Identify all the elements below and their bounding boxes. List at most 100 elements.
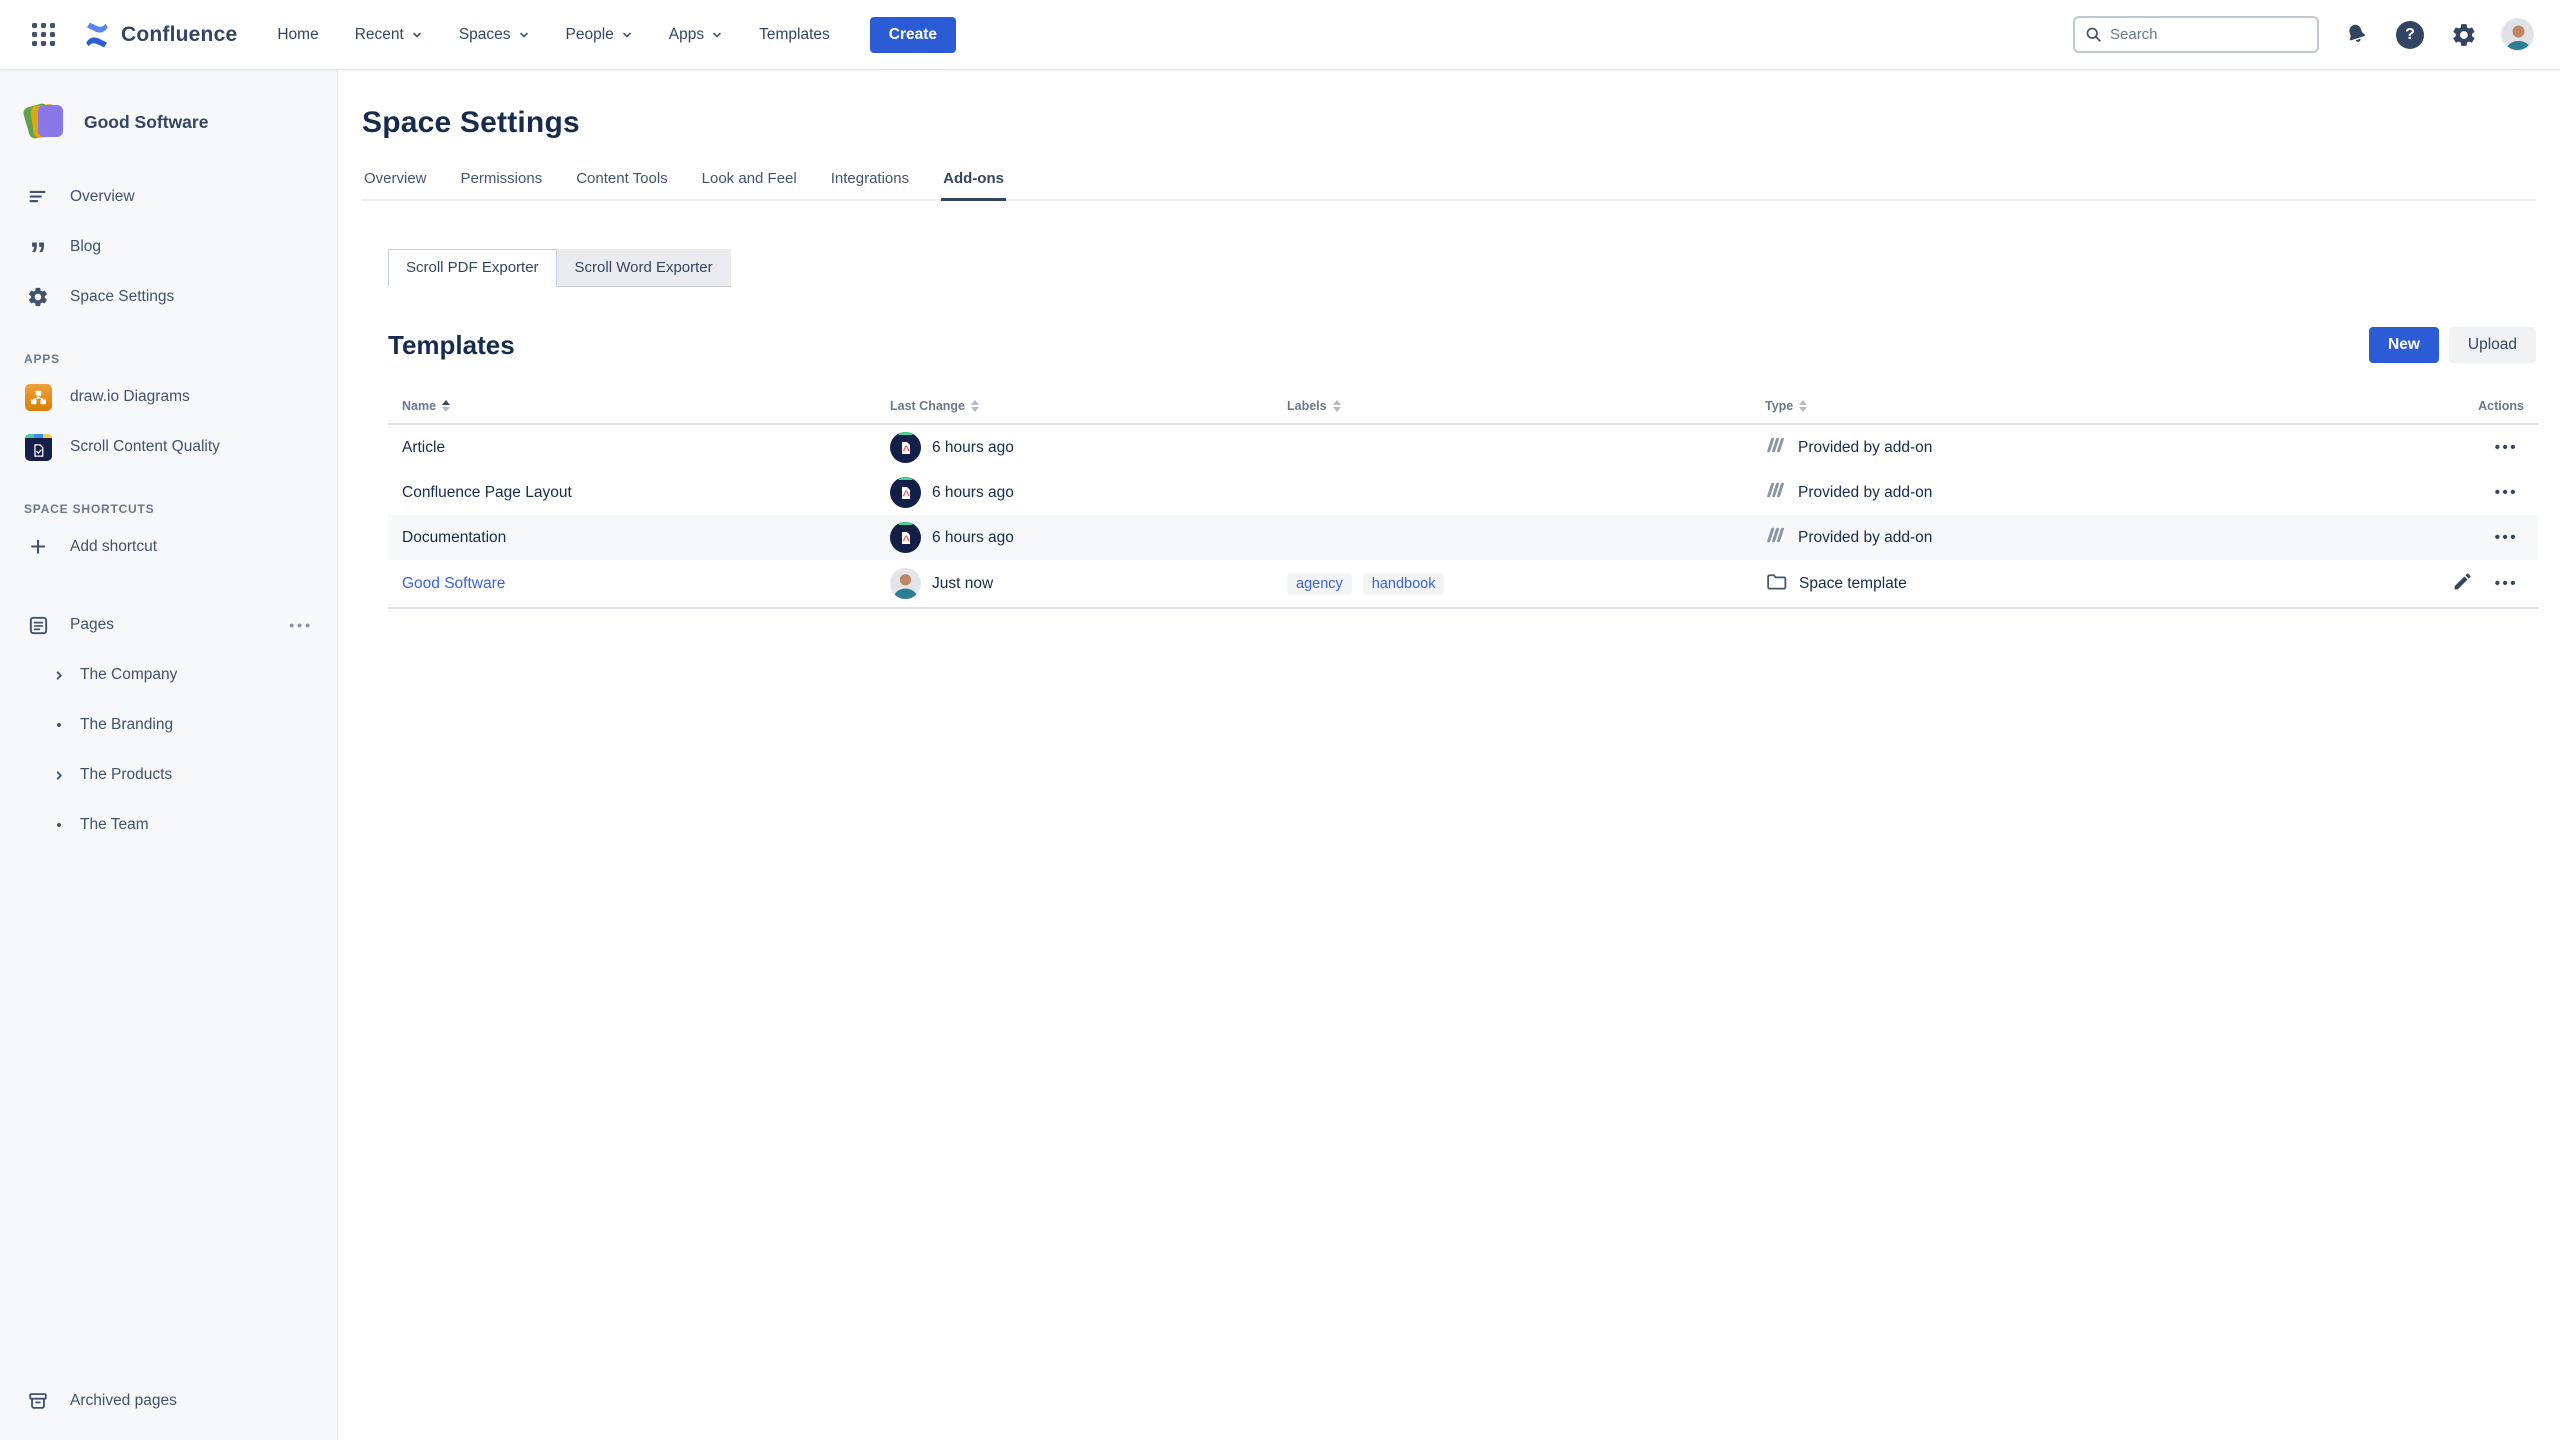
chevron-down-icon bbox=[518, 29, 530, 41]
tab-add-ons[interactable]: Add-ons bbox=[941, 170, 1006, 199]
tab-overview[interactable]: Overview bbox=[362, 170, 429, 199]
last-change-text: 6 hours ago bbox=[932, 529, 1014, 547]
type-text: Provided by add-on bbox=[1798, 484, 1932, 502]
nav-apps[interactable]: Apps bbox=[669, 26, 723, 44]
page-title-label: The Company bbox=[80, 666, 177, 684]
label-chip[interactable]: agency bbox=[1287, 573, 1352, 595]
sort-icon bbox=[971, 400, 979, 412]
labels-cell: agency handbook bbox=[1273, 566, 1751, 602]
tab-permissions[interactable]: Permissions bbox=[459, 170, 545, 199]
pages-more-icon[interactable]: ••• bbox=[289, 617, 313, 633]
sort-icon bbox=[442, 400, 450, 412]
column-header-labels[interactable]: Labels bbox=[1273, 389, 1751, 423]
add-shortcut-button[interactable]: + Add shortcut bbox=[16, 522, 321, 572]
shortcuts-section-heading: SPACE SHORTCUTS bbox=[24, 502, 321, 516]
confluence-logo[interactable]: Confluence bbox=[83, 21, 237, 49]
archive-icon bbox=[24, 1387, 52, 1415]
search-input[interactable] bbox=[2110, 26, 2290, 43]
column-header-type[interactable]: Type bbox=[1751, 389, 2321, 423]
templates-heading: Templates bbox=[388, 330, 515, 361]
page-tree-item-the-branding[interactable]: • The Branding bbox=[16, 700, 321, 750]
settings-button[interactable] bbox=[2447, 18, 2481, 52]
type-text: Provided by add-on bbox=[1798, 529, 1932, 547]
nav-home[interactable]: Home bbox=[277, 26, 318, 44]
row-more-actions-icon[interactable]: ••• bbox=[2495, 439, 2518, 456]
row-more-actions-icon[interactable]: ••• bbox=[2495, 484, 2518, 501]
bullet-icon: • bbox=[52, 717, 66, 734]
type-text: Space template bbox=[1799, 575, 1907, 593]
sidebar-item-overview[interactable]: Overview bbox=[16, 172, 321, 222]
tab-content-tools[interactable]: Content Tools bbox=[574, 170, 669, 199]
table-row: Documentation 6 hours ago Provided by ad… bbox=[388, 515, 2538, 560]
sidebar-item-drawio[interactable]: draw.io Diagrams bbox=[16, 372, 321, 422]
chevron-right-icon[interactable] bbox=[52, 770, 66, 781]
chevron-right-icon[interactable] bbox=[52, 670, 66, 681]
column-header-last-change[interactable]: Last Change bbox=[876, 389, 1273, 423]
notifications-button[interactable] bbox=[2339, 18, 2373, 52]
bell-icon bbox=[2340, 19, 2372, 51]
space-header[interactable]: Good Software bbox=[16, 70, 321, 154]
user-avatar[interactable] bbox=[2501, 18, 2534, 51]
pages-section-header[interactable]: Pages ••• bbox=[16, 600, 321, 650]
label-chip[interactable]: handbook bbox=[1363, 573, 1445, 595]
folder-icon bbox=[1765, 571, 1788, 597]
column-header-name[interactable]: Name bbox=[388, 389, 876, 423]
upload-template-button[interactable]: Upload bbox=[2449, 327, 2536, 363]
sidebar-item-label: Add shortcut bbox=[70, 538, 157, 556]
edit-icon[interactable] bbox=[2452, 571, 2473, 597]
main-content: Space Settings Overview Permissions Cont… bbox=[338, 0, 2560, 609]
search-box[interactable] bbox=[2073, 16, 2319, 53]
page-tree-item-the-team[interactable]: • The Team bbox=[16, 800, 321, 850]
tab-look-and-feel[interactable]: Look and Feel bbox=[700, 170, 799, 199]
templates-table: Name Last Change Labels Type Actions bbox=[388, 389, 2538, 609]
scroll-content-quality-icon bbox=[24, 433, 52, 461]
gear-icon bbox=[2451, 22, 2477, 48]
template-name-link[interactable]: Good Software bbox=[402, 575, 505, 593]
pages-label: Pages bbox=[70, 616, 114, 634]
nav-people[interactable]: People bbox=[566, 26, 633, 44]
nav-templates[interactable]: Templates bbox=[759, 26, 830, 44]
tab-integrations[interactable]: Integrations bbox=[829, 170, 911, 199]
type-text: Provided by add-on bbox=[1798, 439, 1932, 457]
page-title-label: The Team bbox=[80, 816, 149, 834]
sidebar-item-label: draw.io Diagrams bbox=[70, 388, 190, 406]
table-row: Article 6 hours ago Provided by add-on •… bbox=[388, 425, 2538, 470]
create-button[interactable]: Create bbox=[870, 17, 956, 53]
product-name: Confluence bbox=[121, 23, 237, 47]
exporter-subtabs: Scroll PDF Exporter Scroll Word Exporter bbox=[388, 249, 731, 287]
row-more-actions-icon[interactable]: ••• bbox=[2495, 575, 2518, 592]
page-title: Space Settings bbox=[362, 106, 2536, 140]
sidebar-item-blog[interactable]: ” Blog bbox=[16, 222, 321, 272]
sidebar-item-space-settings[interactable]: Space Settings bbox=[16, 272, 321, 322]
add-ons-panel: Scroll PDF Exporter Scroll Word Exporter… bbox=[388, 201, 2536, 609]
template-name: Confluence Page Layout bbox=[388, 477, 876, 509]
help-button[interactable]: ? bbox=[2393, 18, 2427, 52]
table-header-row: Name Last Change Labels Type Actions bbox=[388, 389, 2538, 425]
page-title-label: The Branding bbox=[80, 716, 173, 734]
subtab-scroll-pdf-exporter[interactable]: Scroll PDF Exporter bbox=[388, 249, 557, 287]
labels-cell bbox=[1273, 441, 1751, 455]
chevron-down-icon bbox=[411, 29, 423, 41]
sidebar-item-label: Overview bbox=[70, 188, 135, 206]
pdf-app-avatar bbox=[890, 432, 921, 463]
app-switcher-icon[interactable] bbox=[26, 17, 61, 52]
new-template-button[interactable]: New bbox=[2369, 327, 2439, 363]
last-change-text: 6 hours ago bbox=[932, 484, 1014, 502]
subtab-scroll-word-exporter[interactable]: Scroll Word Exporter bbox=[557, 249, 731, 286]
align-left-icon bbox=[24, 183, 52, 211]
page-tree-item-the-products[interactable]: The Products bbox=[16, 750, 321, 800]
sidebar-item-label: Space Settings bbox=[70, 288, 174, 306]
row-more-actions-icon[interactable]: ••• bbox=[2495, 529, 2518, 546]
archived-pages-button[interactable]: Archived pages bbox=[16, 1376, 321, 1426]
nav-spaces[interactable]: Spaces bbox=[459, 26, 530, 44]
sort-icon bbox=[1333, 400, 1341, 412]
nav-recent[interactable]: Recent bbox=[355, 26, 423, 44]
top-navigation-bar: Confluence Home Recent Spaces People App… bbox=[0, 0, 2560, 70]
column-header-actions: Actions bbox=[2321, 389, 2538, 423]
last-change-text: 6 hours ago bbox=[932, 439, 1014, 457]
sidebar-item-scroll-content-quality[interactable]: Scroll Content Quality bbox=[16, 422, 321, 472]
pages-icon bbox=[24, 611, 52, 639]
pdf-app-avatar bbox=[890, 522, 921, 553]
plus-icon: + bbox=[24, 533, 52, 561]
page-tree-item-the-company[interactable]: The Company bbox=[16, 650, 321, 700]
